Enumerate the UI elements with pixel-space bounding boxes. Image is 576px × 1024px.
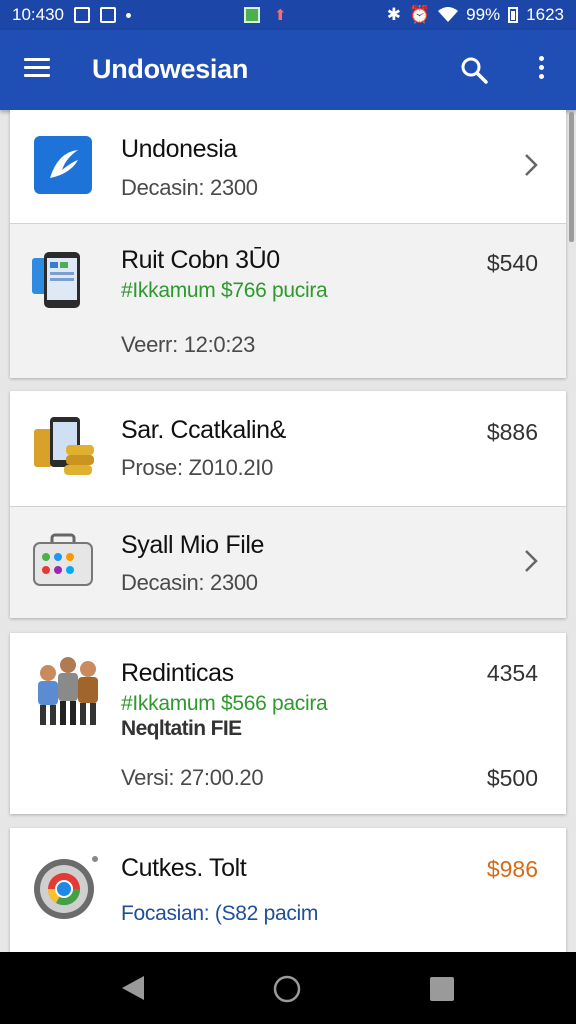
gallery-notification-icon bbox=[74, 7, 90, 23]
toolbox-icon bbox=[33, 533, 93, 586]
item-subtitle: Decasin: 2300 bbox=[121, 175, 258, 200]
item-price: 4354 bbox=[486, 660, 538, 686]
item-promo: #Ikkamum $566 pacira bbox=[121, 692, 328, 715]
item-price-secondary: $500 bbox=[486, 765, 538, 791]
flag-notification-icon: ⬆ bbox=[274, 7, 287, 24]
list-item[interactable]: Redinticas #Ikkamum $566 pacira Neqltati… bbox=[10, 633, 566, 814]
more-notifications-icon bbox=[126, 12, 131, 18]
phone-icon bbox=[32, 252, 80, 308]
scrollbar[interactable] bbox=[569, 112, 574, 242]
overflow-menu-icon[interactable] bbox=[536, 56, 546, 84]
bluetooth-icon: ✱ bbox=[386, 5, 401, 24]
list-item[interactable]: Cutkes. Tolt Focasian: (S82 pacim $986 bbox=[10, 828, 566, 952]
status-bar: 10:430 ⬆ ✱ ⏰ 99% 1623 bbox=[0, 0, 576, 30]
item-promo: #Ikkamum $766 pucira bbox=[121, 279, 328, 302]
coins-phone-icon bbox=[34, 417, 94, 475]
app-logo-icon bbox=[34, 136, 92, 194]
item-subtitle: Decasin: 2300 bbox=[121, 570, 258, 595]
item-price: $986 bbox=[486, 856, 538, 882]
battery-icon bbox=[508, 7, 519, 23]
item-title: Ruit Cobn 3Ū0 bbox=[121, 246, 280, 274]
search-icon[interactable] bbox=[460, 56, 488, 84]
list-item[interactable]: Undonesia Decasin: 2300 bbox=[10, 110, 566, 223]
item-subtitle: Focasian: (S82 pacim bbox=[121, 902, 319, 925]
item-price: $886 bbox=[486, 419, 538, 445]
item-title: Undonesia bbox=[121, 135, 237, 163]
item-list: Undonesia Decasin: 2300 Ruit Cobn 3Ū0 #I… bbox=[0, 110, 576, 952]
system-nav-bar bbox=[0, 952, 576, 1024]
list-item[interactable]: Syall Mio File Decasin: 2300 bbox=[10, 507, 566, 618]
app-bar: Undowesian bbox=[0, 30, 576, 110]
item-title: Redinticas bbox=[121, 659, 234, 687]
item-subtitle: Prose: Z010.2I0 bbox=[121, 455, 274, 480]
chevron-right-icon[interactable] bbox=[522, 548, 540, 574]
status-time: 10:430 bbox=[12, 5, 64, 24]
home-icon[interactable] bbox=[273, 975, 301, 1003]
list-item[interactable]: Ruit Cobn 3Ū0 #Ikkamum $766 pucira Veerr… bbox=[10, 224, 566, 378]
app-notification-icon bbox=[244, 7, 260, 23]
item-price: $540 bbox=[486, 250, 538, 276]
recents-icon[interactable] bbox=[429, 976, 455, 1002]
wifi-icon bbox=[438, 7, 459, 22]
list-card: Sar. Ccatkalin& Prose: Z010.2I0 $886 Sya… bbox=[10, 391, 566, 618]
item-tag: Neqltatin FIE bbox=[121, 717, 242, 740]
edit-notification-icon bbox=[100, 7, 116, 23]
item-subtitle: Versi: 27:00.20 bbox=[121, 765, 264, 790]
app-title: Undowesian bbox=[92, 54, 249, 84]
chevron-right-icon[interactable] bbox=[522, 152, 540, 178]
back-icon[interactable] bbox=[120, 974, 146, 1002]
list-card: Cutkes. Tolt Focasian: (S82 pacim $986 bbox=[10, 828, 566, 952]
item-title: Syall Mio File bbox=[121, 531, 265, 559]
people-icon bbox=[38, 657, 98, 725]
item-title: Sar. Ccatkalin& bbox=[121, 416, 286, 444]
menu-icon[interactable] bbox=[24, 58, 50, 78]
list-card: Undonesia Decasin: 2300 Ruit Cobn 3Ū0 #I… bbox=[10, 110, 566, 378]
alarm-icon: ⏰ bbox=[408, 5, 431, 24]
browser-icon bbox=[34, 856, 98, 919]
battery-percent: 99% bbox=[466, 5, 501, 24]
item-title: Cutkes. Tolt bbox=[121, 854, 247, 882]
list-card: Redinticas #Ikkamum $566 pacira Neqltati… bbox=[10, 633, 566, 814]
list-item[interactable]: Sar. Ccatkalin& Prose: Z010.2I0 $886 bbox=[10, 391, 566, 506]
status-clock: 1623 bbox=[526, 5, 564, 24]
item-subtitle: Veerr: 12:0:23 bbox=[121, 332, 256, 357]
